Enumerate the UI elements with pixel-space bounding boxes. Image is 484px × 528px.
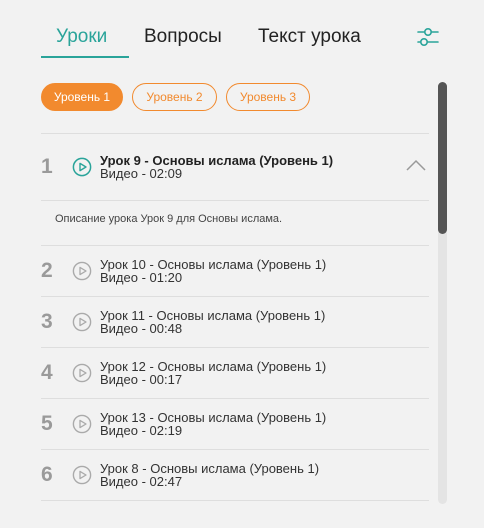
lesson-duration: Видео - 01:20 xyxy=(100,270,183,285)
play-icon[interactable] xyxy=(72,312,92,332)
tab-bar: Уроки Вопросы Текст урока xyxy=(0,0,484,70)
tab-lessons[interactable]: Уроки xyxy=(56,26,107,48)
active-tab-indicator xyxy=(41,56,129,58)
play-icon[interactable] xyxy=(72,363,92,383)
level-2-filter[interactable]: Уровень 2 xyxy=(132,83,217,111)
lesson-number: 2 xyxy=(41,259,53,282)
lesson-duration: Видео - 00:48 xyxy=(100,321,183,336)
lesson-number: 5 xyxy=(41,412,53,435)
lesson-list: 1 Урок 9 - Основы ислама (Уровень 1) Вид… xyxy=(41,133,429,501)
chevron-up-icon[interactable] xyxy=(405,158,427,172)
lesson-row[interactable]: 6 Урок 8 - Основы ислама (Уровень 1) Вид… xyxy=(41,450,429,500)
lesson-row[interactable]: 2 Урок 10 - Основы ислама (Уровень 1) Ви… xyxy=(41,246,429,296)
lesson-row[interactable]: 5 Урок 13 - Основы ислама (Уровень 1) Ви… xyxy=(41,399,429,449)
lesson-description: Описание урока Урок 9 для Основы ислама. xyxy=(41,201,429,245)
lesson-duration: Видео - 02:47 xyxy=(100,474,183,489)
lesson-row-expanded[interactable]: 1 Урок 9 - Основы ислама (Уровень 1) Вид… xyxy=(41,134,429,200)
play-icon[interactable] xyxy=(72,157,92,177)
lesson-number: 1 xyxy=(41,155,53,178)
lesson-duration: Видео - 02:19 xyxy=(100,423,183,438)
play-icon[interactable] xyxy=(72,465,92,485)
sliders-icon xyxy=(417,27,439,47)
scrollbar[interactable] xyxy=(438,82,447,504)
level-3-filter[interactable]: Уровень 3 xyxy=(226,83,310,111)
lessons-panel: Уроки Вопросы Текст урока Уровень 1 Уров… xyxy=(0,0,484,528)
lesson-row[interactable]: 4 Урок 12 - Основы ислама (Уровень 1) Ви… xyxy=(41,348,429,398)
filter-button[interactable] xyxy=(416,25,440,49)
tab-questions[interactable]: Вопросы xyxy=(144,26,222,48)
lesson-number: 3 xyxy=(41,310,53,333)
play-icon[interactable] xyxy=(72,414,92,434)
lesson-duration: Видео - 00:17 xyxy=(100,372,183,387)
scrollbar-thumb[interactable] xyxy=(438,82,447,234)
divider xyxy=(41,500,429,501)
play-icon[interactable] xyxy=(72,261,92,281)
tab-lesson-text[interactable]: Текст урока xyxy=(258,26,361,48)
lesson-number: 6 xyxy=(41,463,53,486)
lesson-description-text: Описание урока Урок 9 для Основы ислама. xyxy=(55,213,283,225)
level-1-filter[interactable]: Уровень 1 xyxy=(41,83,123,111)
lesson-number: 4 xyxy=(41,361,53,384)
lesson-duration: Видео - 02:09 xyxy=(100,166,183,181)
lesson-row[interactable]: 3 Урок 11 - Основы ислама (Уровень 1) Ви… xyxy=(41,297,429,347)
